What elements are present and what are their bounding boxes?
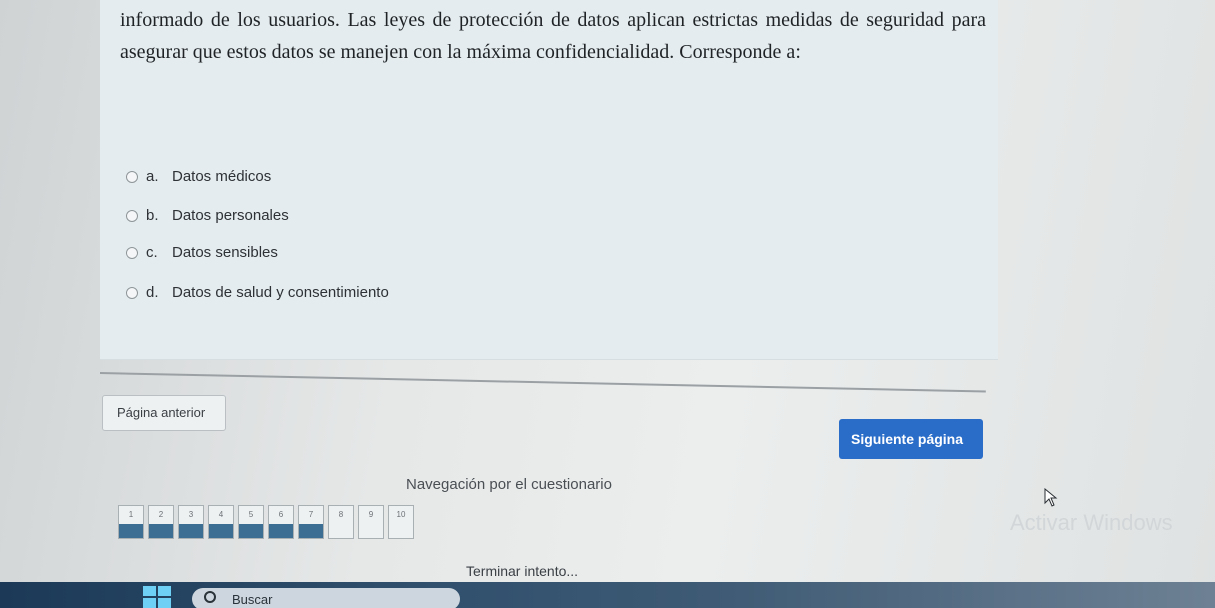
nav-question-2[interactable]: 2	[148, 505, 174, 539]
mouse-cursor-icon	[1044, 488, 1058, 507]
answer-option-b[interactable]: b. Datos personales	[126, 207, 289, 224]
taskbar-search[interactable]: Buscar	[192, 588, 460, 608]
previous-page-button[interactable]: Página anterior	[102, 395, 226, 431]
search-icon	[204, 591, 216, 603]
answer-option-d[interactable]: d. Datos de salud y consentimiento	[126, 284, 389, 301]
answer-letter: d.	[146, 284, 159, 301]
activation-watermark: Activar Windows	[1010, 510, 1173, 535]
quiz-navigation-title: Navegación por el cuestionario	[406, 476, 612, 493]
radio-icon[interactable]	[126, 246, 138, 259]
answer-option-a[interactable]: a. Datos médicos	[126, 168, 271, 185]
answer-option-c[interactable]: c. Datos sensibles	[126, 244, 278, 261]
quiz-navigation-grid: 1 2 3 4 5 6 7 8 9 10	[118, 505, 418, 539]
answer-letter: b.	[146, 207, 159, 224]
answer-label: Datos médicos	[172, 168, 272, 185]
nav-question-10[interactable]: 10	[388, 505, 414, 539]
next-page-button[interactable]: Siguiente página	[839, 419, 983, 459]
nav-question-8[interactable]: 8	[328, 505, 354, 539]
divider	[99, 372, 986, 393]
nav-question-5[interactable]: 5	[238, 505, 264, 539]
nav-question-1[interactable]: 1	[118, 505, 144, 539]
nav-question-9[interactable]: 9	[358, 505, 384, 539]
nav-question-7[interactable]: 7	[298, 505, 324, 539]
answer-letter: c.	[146, 244, 158, 261]
radio-icon[interactable]	[126, 286, 138, 299]
answer-letter: a.	[146, 168, 159, 185]
search-label: Buscar	[232, 592, 273, 607]
answer-label: Datos sensibles	[172, 244, 278, 261]
windows-start-icon[interactable]	[143, 586, 171, 608]
answer-label: Datos personales	[172, 207, 289, 224]
nav-question-4[interactable]: 4	[208, 505, 234, 539]
radio-icon[interactable]	[126, 209, 138, 222]
question-text: informado de los usuarios. Las leyes de …	[120, 9, 986, 63]
radio-icon[interactable]	[126, 170, 138, 183]
answer-label: Datos de salud y consentimiento	[172, 284, 389, 301]
taskbar: Buscar	[0, 582, 1215, 608]
nav-question-3[interactable]: 3	[178, 505, 204, 539]
nav-question-6[interactable]: 6	[268, 505, 294, 539]
finish-attempt-link[interactable]: Terminar intento...	[466, 563, 578, 579]
question-card: informado de los usuarios. Las leyes de …	[100, 0, 998, 360]
